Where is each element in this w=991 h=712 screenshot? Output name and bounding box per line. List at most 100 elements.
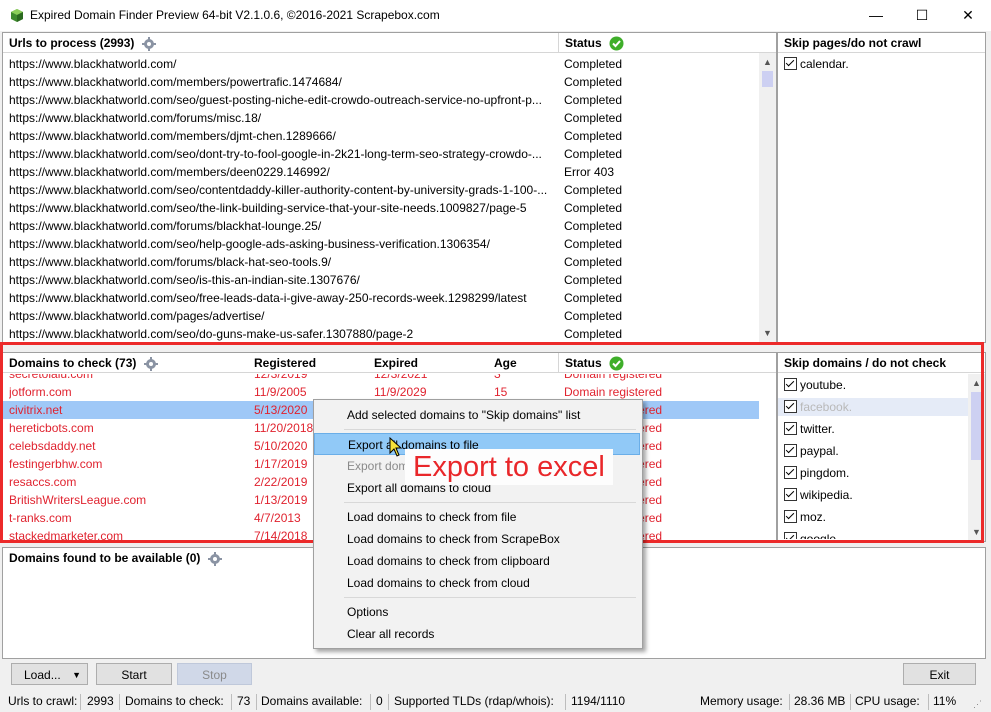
status-cell: Error 403 [564,165,615,179]
menu-item-add-skip[interactable]: Add selected domains to "Skip domains" l… [314,404,640,426]
checkbox[interactable] [784,57,797,71]
scroll-up-icon[interactable]: ▲ [759,55,776,69]
urls-panel: Urls to process (2993) Status https://ww… [2,32,777,343]
table-row[interactable]: secretolalu.com 12/3/2019 12/3/2021 3 Do… [3,374,759,383]
skip-domain-item[interactable]: google. [778,530,968,539]
checkbox[interactable] [784,488,797,502]
status-cell: Completed [564,219,623,233]
minimize-button[interactable]: — [853,0,899,31]
skip-domain-item[interactable]: moz. [778,508,968,526]
supported-tlds-value: 1194/1110 [571,694,626,708]
skip-domain-item[interactable]: pingdom. [778,464,968,482]
skip-domain-label: wikipedia. [800,488,853,502]
status-header[interactable]: Status [559,33,776,53]
url-cell: https://www.blackhatworld.com/seo/guest-… [9,93,542,107]
table-row[interactable]: https://www.blackhatworld.com/forums/mis… [3,109,758,127]
domain-status-header[interactable]: Status [559,353,776,373]
urls-scrollbar[interactable]: ▲ ▼ [759,53,776,342]
checkbox[interactable] [784,466,797,480]
table-row[interactable]: https://www.blackhatworld.com/seo/conten… [3,181,758,199]
checkbox[interactable] [784,378,797,392]
menu-item-load-scrapebox[interactable]: Load domains to check from ScrapeBox [314,528,640,550]
skip-domain-item[interactable]: facebook. [778,398,968,416]
chevron-down-icon[interactable]: ▼ [72,664,81,686]
resize-grip-icon[interactable]: ⋰ [973,699,983,709]
table-row[interactable]: https://www.blackhatworld.com/seo/do-gun… [3,325,758,342]
expired-header[interactable]: Expired [368,353,488,373]
menu-item-load-file[interactable]: Load domains to check from file [314,506,640,528]
exit-button[interactable]: Exit [903,663,976,685]
start-button[interactable]: Start [96,663,172,685]
table-row[interactable]: https://www.blackhatworld.com/seo/is-thi… [3,271,758,289]
stop-button[interactable]: Stop [177,663,252,685]
checkbox[interactable] [784,444,797,458]
table-row[interactable]: https://www.blackhatworld.com/seo/guest-… [3,91,758,109]
status-divider [231,694,232,710]
gear-icon[interactable] [141,36,156,51]
table-row[interactable]: https://www.blackhatworld.com/forums/bla… [3,253,758,271]
checkbox[interactable] [784,422,797,436]
status-cell: Completed [564,273,623,287]
urls-to-crawl-label: Urls to crawl: [8,694,78,708]
checkbox[interactable] [784,532,797,539]
skip-pages-header: Skip pages/do not crawl [778,33,985,53]
checkbox[interactable] [784,510,797,524]
table-row[interactable]: https://www.blackhatworld.com/members/de… [3,163,758,181]
menu-item-load-cloud[interactable]: Load domains to check from cloud [314,572,640,594]
scroll-down-icon[interactable]: ▼ [968,525,985,539]
memory-usage-label: Memory usage: [700,694,783,708]
load-button[interactable]: Load... ▼ [11,663,88,685]
menu-item-clear[interactable]: Clear all records [314,623,640,645]
status-header-label: Status [565,36,602,50]
status-cell: Completed [564,93,623,107]
supported-tlds-label: Supported TLDs (rdap/whois): [394,694,554,708]
menu-separator [344,429,636,430]
skip-domain-label: moz. [800,510,827,524]
status-divider [80,694,81,710]
table-row[interactable]: https://www.blackhatworld.com/Completed [3,55,758,73]
table-row[interactable]: https://www.blackhatworld.com/members/po… [3,73,758,91]
skip-domain-item[interactable]: youtube. [778,376,968,394]
url-cell: https://www.blackhatworld.com/members/de… [9,165,330,179]
domain-cell: festingerbhw.com [9,457,103,471]
table-row[interactable]: https://www.blackhatworld.com/members/dj… [3,127,758,145]
age-cell: 3 [494,374,501,381]
menu-item-options[interactable]: Options [314,601,640,623]
status-cell: Completed [564,309,623,323]
skip-domain-item[interactable]: paypal. [778,442,968,460]
registered-header[interactable]: Registered [248,353,368,373]
maximize-button[interactable]: ☐ [899,0,945,31]
table-row[interactable]: https://www.blackhatworld.com/seo/help-g… [3,235,758,253]
skip-page-item[interactable]: calendar. [784,55,849,73]
gear-icon[interactable] [143,356,158,371]
gear-icon[interactable] [207,551,222,566]
url-cell: https://www.blackhatworld.com/forums/mis… [9,111,262,125]
checkbox[interactable] [784,400,797,414]
close-button[interactable]: ✕ [945,0,991,31]
skip-domain-item[interactable]: twitter. [778,420,968,438]
scroll-thumb[interactable] [762,71,773,87]
table-row[interactable]: https://www.blackhatworld.com/seo/the-li… [3,199,758,217]
status-cell: Completed [564,147,623,161]
menu-item-load-clipboard[interactable]: Load domains to check from clipboard [314,550,640,572]
table-row[interactable]: https://www.blackhatworld.com/forums/bla… [3,217,758,235]
skip-domain-item[interactable]: wikipedia. [778,486,968,504]
table-row[interactable]: https://www.blackhatworld.com/seo/dont-t… [3,145,758,163]
domains-available-value: 0 [376,694,383,708]
table-row[interactable]: https://www.blackhatworld.com/pages/adve… [3,307,758,325]
skip-domains-scrollbar[interactable]: ▲ ▼ [968,374,985,541]
expired-cell: 12/3/2021 [374,374,428,381]
status-cell: Completed [564,255,623,269]
status-divider [370,694,371,710]
scroll-up-icon[interactable]: ▲ [968,376,985,390]
table-row[interactable]: https://www.blackhatworld.com/seo/free-l… [3,289,758,307]
url-cell: https://www.blackhatworld.com/seo/is-thi… [9,273,360,287]
age-header[interactable]: Age [488,353,559,373]
status-divider [119,694,120,710]
skip-domain-label: pingdom. [800,466,850,480]
window-title: Expired Domain Finder Preview 64-bit V2.… [30,8,440,22]
scroll-down-icon[interactable]: ▼ [759,326,776,340]
status-divider [388,694,389,710]
scroll-thumb[interactable] [971,392,982,460]
domain-cell: celebsdaddy.net [9,439,96,453]
